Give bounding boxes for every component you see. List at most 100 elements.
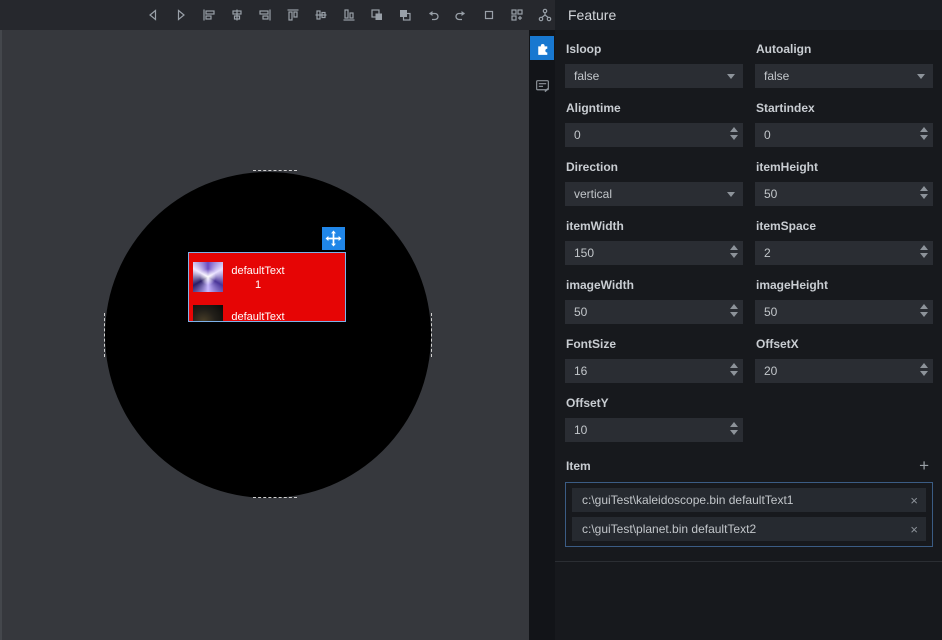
spinner-arrows[interactable] <box>920 245 928 258</box>
tab-properties[interactable] <box>530 73 554 97</box>
spinner-down-icon[interactable] <box>730 135 738 140</box>
field-startindex: Startindex 0 <box>755 97 933 156</box>
field-itemspace: itemSpace 2 <box>755 215 933 274</box>
field-imageheight: imageHeight 50 <box>755 274 933 333</box>
startindex-spinner[interactable]: 0 <box>755 123 933 147</box>
spinner-arrows[interactable] <box>730 422 738 435</box>
align-top-icon[interactable] <box>284 6 302 24</box>
field-label: itemSpace <box>756 219 817 233</box>
nav-back-icon[interactable] <box>144 6 162 24</box>
align-left-icon[interactable] <box>200 6 218 24</box>
spinner-up-icon[interactable] <box>920 304 928 309</box>
spinner-down-icon[interactable] <box>920 312 928 317</box>
spinner-up-icon[interactable] <box>920 363 928 368</box>
field-label: imageWidth <box>566 278 634 292</box>
spinner-arrows[interactable] <box>730 245 738 258</box>
imagewidth-spinner[interactable]: 50 <box>565 300 743 324</box>
field-itemheight: itemHeight 50 <box>755 156 933 215</box>
spinner-up-icon[interactable] <box>920 186 928 191</box>
item-text: c:\guiTest\kaleidoscope.bin defaultText1 <box>582 493 794 507</box>
align-middle-vertical-icon[interactable] <box>312 6 330 24</box>
puzzle-icon <box>537 43 549 55</box>
align-bottom-icon[interactable] <box>340 6 358 24</box>
field-direction: Direction vertical <box>565 156 743 215</box>
spinner-arrows[interactable] <box>920 304 928 317</box>
bring-forward-icon[interactable] <box>368 6 386 24</box>
spinner-value: 50 <box>574 305 588 319</box>
tab-widgets[interactable] <box>530 36 554 60</box>
spinner-up-icon[interactable] <box>730 127 738 132</box>
chevron-down-icon <box>917 74 925 79</box>
remove-item-button[interactable]: × <box>902 493 918 508</box>
toolbar <box>0 0 555 30</box>
list-item-2-text: defaultText <box>231 311 285 322</box>
remove-item-button[interactable]: × <box>902 522 918 537</box>
spinner-value: 20 <box>764 364 778 378</box>
spinner-arrows[interactable] <box>730 304 738 317</box>
spinner-arrows[interactable] <box>920 363 928 376</box>
imageheight-spinner[interactable]: 50 <box>755 300 933 324</box>
spinner-down-icon[interactable] <box>730 430 738 435</box>
undo-icon[interactable] <box>424 6 442 24</box>
hierarchy-icon[interactable] <box>536 6 554 24</box>
move-arrows-icon <box>325 230 342 247</box>
offsetx-spinner[interactable]: 20 <box>755 359 933 383</box>
fontsize-spinner[interactable]: 16 <box>565 359 743 383</box>
spinner-down-icon[interactable] <box>730 371 738 376</box>
spinner-arrows[interactable] <box>920 186 928 199</box>
add-item-button[interactable]: + <box>919 457 932 474</box>
direction-dropdown[interactable]: vertical <box>565 182 743 206</box>
nav-forward-icon[interactable] <box>172 6 190 24</box>
itemwidth-spinner[interactable]: 150 <box>565 241 743 265</box>
list-item[interactable]: c:\guiTest\kaleidoscope.bin defaultText1… <box>572 488 926 512</box>
itemheight-spinner[interactable]: 50 <box>755 182 933 206</box>
autoalign-dropdown[interactable]: false <box>755 64 933 88</box>
design-canvas[interactable]: defaultText 1 defaultText <box>0 30 529 640</box>
move-handle[interactable] <box>322 227 345 250</box>
redo-icon[interactable] <box>452 6 470 24</box>
itemspace-spinner[interactable]: 2 <box>755 241 933 265</box>
field-empty <box>755 392 933 451</box>
spinner-down-icon[interactable] <box>920 371 928 376</box>
spinner-arrows[interactable] <box>920 127 928 140</box>
spinner-down-icon[interactable] <box>730 312 738 317</box>
spinner-up-icon[interactable] <box>730 304 738 309</box>
spinner-up-icon[interactable] <box>920 127 928 132</box>
planet-thumbnail <box>193 305 223 321</box>
circle-widget[interactable] <box>105 172 431 498</box>
spinner-down-icon[interactable] <box>920 253 928 258</box>
spinner-down-icon[interactable] <box>920 135 928 140</box>
spinner-up-icon[interactable] <box>920 245 928 250</box>
spinner-up-icon[interactable] <box>730 363 738 368</box>
send-backward-icon[interactable] <box>396 6 414 24</box>
spinner-down-icon[interactable] <box>920 194 928 199</box>
field-offsety: OffsetY 10 <box>565 392 743 451</box>
snap-grid-icon[interactable] <box>508 6 526 24</box>
stop-icon[interactable] <box>480 6 498 24</box>
spinner-arrows[interactable] <box>730 363 738 376</box>
dropdown-value: vertical <box>574 187 613 201</box>
isloop-dropdown[interactable]: false <box>565 64 743 88</box>
panel-header: Feature <box>555 0 942 30</box>
item-section-label: Item <box>566 459 591 473</box>
spinner-up-icon[interactable] <box>730 422 738 427</box>
spinner-value: 2 <box>764 246 771 260</box>
main-area: defaultText 1 defaultText Isloop false A… <box>0 30 942 640</box>
panel-divider <box>555 561 942 562</box>
field-autoalign: Autoalign false <box>755 38 933 97</box>
list-widget[interactable]: defaultText 1 defaultText <box>188 252 346 322</box>
spinner-up-icon[interactable] <box>730 245 738 250</box>
field-label: FontSize <box>566 337 616 351</box>
aligntime-spinner[interactable]: 0 <box>565 123 743 147</box>
list-item[interactable]: c:\guiTest\planet.bin defaultText2 × <box>572 517 926 541</box>
offsety-spinner[interactable]: 10 <box>565 418 743 442</box>
spinner-arrows[interactable] <box>730 127 738 140</box>
dropdown-value: false <box>764 69 790 83</box>
align-right-icon[interactable] <box>256 6 274 24</box>
align-center-horizontal-icon[interactable] <box>228 6 246 24</box>
spinner-value: 10 <box>574 423 588 437</box>
item-text: c:\guiTest\planet.bin defaultText2 <box>582 522 757 536</box>
property-grid: Isloop false Autoalign false Aligntime 0… <box>565 38 933 451</box>
spinner-down-icon[interactable] <box>730 253 738 258</box>
selection-dash-bottom <box>253 497 297 498</box>
